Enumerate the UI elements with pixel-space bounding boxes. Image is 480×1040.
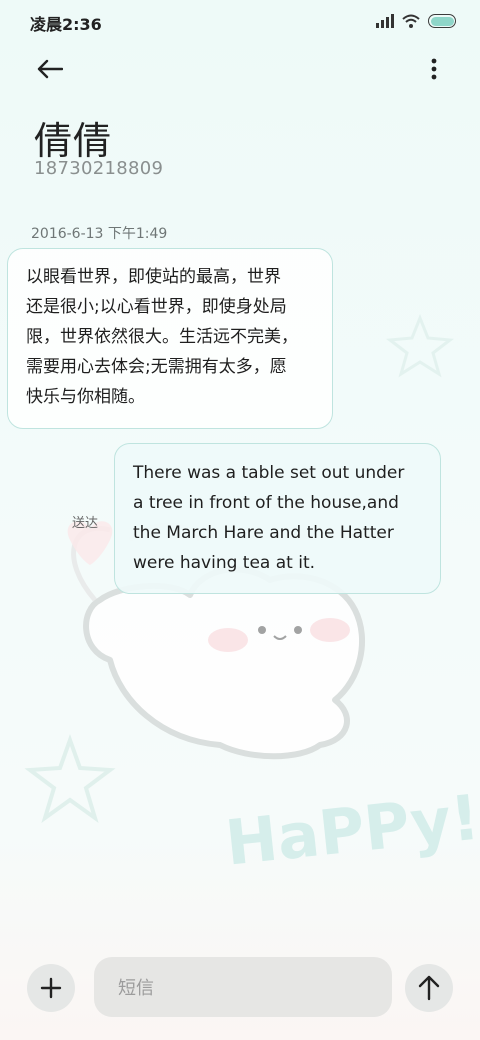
message-line: 快乐与你相随。 bbox=[26, 387, 145, 407]
message-line: 以眼看世界，即使站的最高，世界 bbox=[26, 267, 281, 287]
wallpaper-star-right bbox=[386, 313, 454, 378]
status-time: 凌晨2:36 bbox=[30, 15, 102, 34]
more-options-button[interactable] bbox=[422, 52, 446, 86]
status-icons bbox=[376, 12, 456, 30]
message-line: were having tea at it. bbox=[133, 553, 316, 573]
wifi-icon bbox=[402, 14, 420, 28]
message-line: a tree in front of the house,and bbox=[133, 493, 399, 513]
add-attachment-button[interactable] bbox=[27, 964, 75, 1012]
message-line: 还是很小;以心看世界，即使身处局 bbox=[26, 297, 287, 317]
arrow-left-icon bbox=[37, 59, 63, 79]
plus-icon bbox=[40, 977, 62, 999]
battery-level bbox=[430, 16, 454, 26]
arrow-up-icon bbox=[418, 975, 440, 1001]
message-line: There was a table set out under bbox=[133, 463, 405, 483]
message-timestamp: 2016-6-13 下午1:49 bbox=[31, 226, 168, 242]
delivery-status: 送达 bbox=[72, 516, 99, 531]
signal-icon bbox=[376, 14, 394, 28]
message-line: the March Hare and the Hatter bbox=[133, 523, 394, 543]
back-button[interactable] bbox=[30, 52, 70, 86]
more-vertical-icon bbox=[431, 58, 437, 80]
contact-name: 倩倩 bbox=[34, 119, 113, 163]
send-button[interactable] bbox=[405, 964, 453, 1012]
wallpaper-happy-text: HaPPy! bbox=[222, 781, 480, 880]
contact-number: 18730218809 bbox=[34, 158, 164, 179]
status-bar: 凌晨2:36 bbox=[0, 0, 480, 44]
message-line: 限，世界依然很大。生活远不完美， bbox=[26, 327, 298, 347]
message-input[interactable]: 短信 bbox=[94, 957, 392, 1017]
outgoing-message-bubble[interactable]: There was a table set out under a tree i… bbox=[114, 443, 441, 594]
message-line: 需要用心去体会;无需拥有太多，愿 bbox=[26, 357, 287, 377]
wallpaper-star-left bbox=[24, 734, 116, 824]
battery-icon bbox=[428, 14, 456, 28]
incoming-message-bubble[interactable]: 以眼看世界，即使站的最高，世界 还是很小;以心看世界，即使身处局 限，世界依然很… bbox=[7, 248, 333, 429]
